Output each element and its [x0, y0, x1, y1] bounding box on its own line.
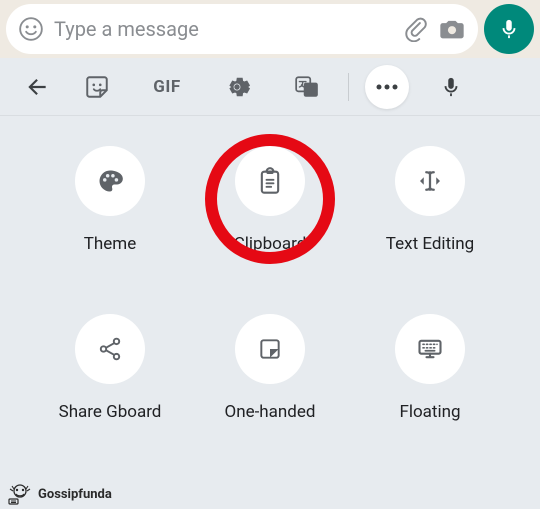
message-input[interactable]: Type a message — [6, 4, 478, 54]
option-label: Floating — [399, 402, 460, 422]
option-label: Clipboard — [234, 234, 307, 254]
option-clipboard[interactable]: Clipboard — [200, 146, 340, 254]
palette-icon — [96, 167, 124, 195]
more-button[interactable] — [355, 58, 419, 115]
sticker-icon — [84, 74, 110, 100]
watermark-logo-icon — [6, 483, 34, 505]
translate-button[interactable] — [272, 58, 342, 115]
option-floating[interactable]: Floating — [360, 314, 500, 422]
watermark: Gossipfunda — [6, 483, 112, 505]
clipboard-icon — [256, 167, 284, 195]
mic-icon — [498, 18, 520, 40]
options-grid: Theme Clipboard Text Editing Share Gboar… — [0, 116, 540, 422]
attachment-icon[interactable] — [402, 16, 428, 42]
settings-button[interactable] — [202, 58, 272, 115]
more-icon — [374, 83, 400, 91]
option-share-gboard[interactable]: Share Gboard — [40, 314, 180, 422]
gif-label: GIF — [153, 77, 180, 97]
emoji-icon[interactable] — [18, 16, 44, 42]
back-button[interactable] — [12, 58, 62, 115]
mic-icon — [440, 76, 462, 98]
watermark-text: Gossipfunda — [38, 487, 112, 502]
one-handed-icon — [257, 336, 283, 362]
option-label: Theme — [84, 234, 136, 254]
option-theme[interactable]: Theme — [40, 146, 180, 254]
text-cursor-icon — [415, 166, 445, 196]
option-one-handed[interactable]: One-handed — [200, 314, 340, 422]
toolbar-divider — [348, 73, 349, 101]
option-label: Text Editing — [386, 234, 474, 254]
sticker-button[interactable] — [62, 58, 132, 115]
share-icon — [97, 336, 123, 362]
arrow-left-icon — [24, 74, 50, 100]
voice-typing-button[interactable] — [419, 58, 483, 115]
option-label: Share Gboard — [59, 402, 162, 422]
camera-icon[interactable] — [438, 15, 466, 43]
option-label: One-handed — [225, 402, 316, 422]
gif-button[interactable]: GIF — [132, 58, 202, 115]
chat-input-bar: Type a message — [0, 0, 540, 58]
voice-message-button[interactable] — [484, 4, 534, 54]
gear-icon — [224, 74, 250, 100]
translate-icon — [294, 74, 320, 100]
floating-keyboard-icon — [416, 335, 444, 363]
message-placeholder: Type a message — [54, 17, 392, 41]
keyboard-toolbar: GIF — [0, 58, 540, 116]
option-text-editing[interactable]: Text Editing — [360, 146, 500, 254]
